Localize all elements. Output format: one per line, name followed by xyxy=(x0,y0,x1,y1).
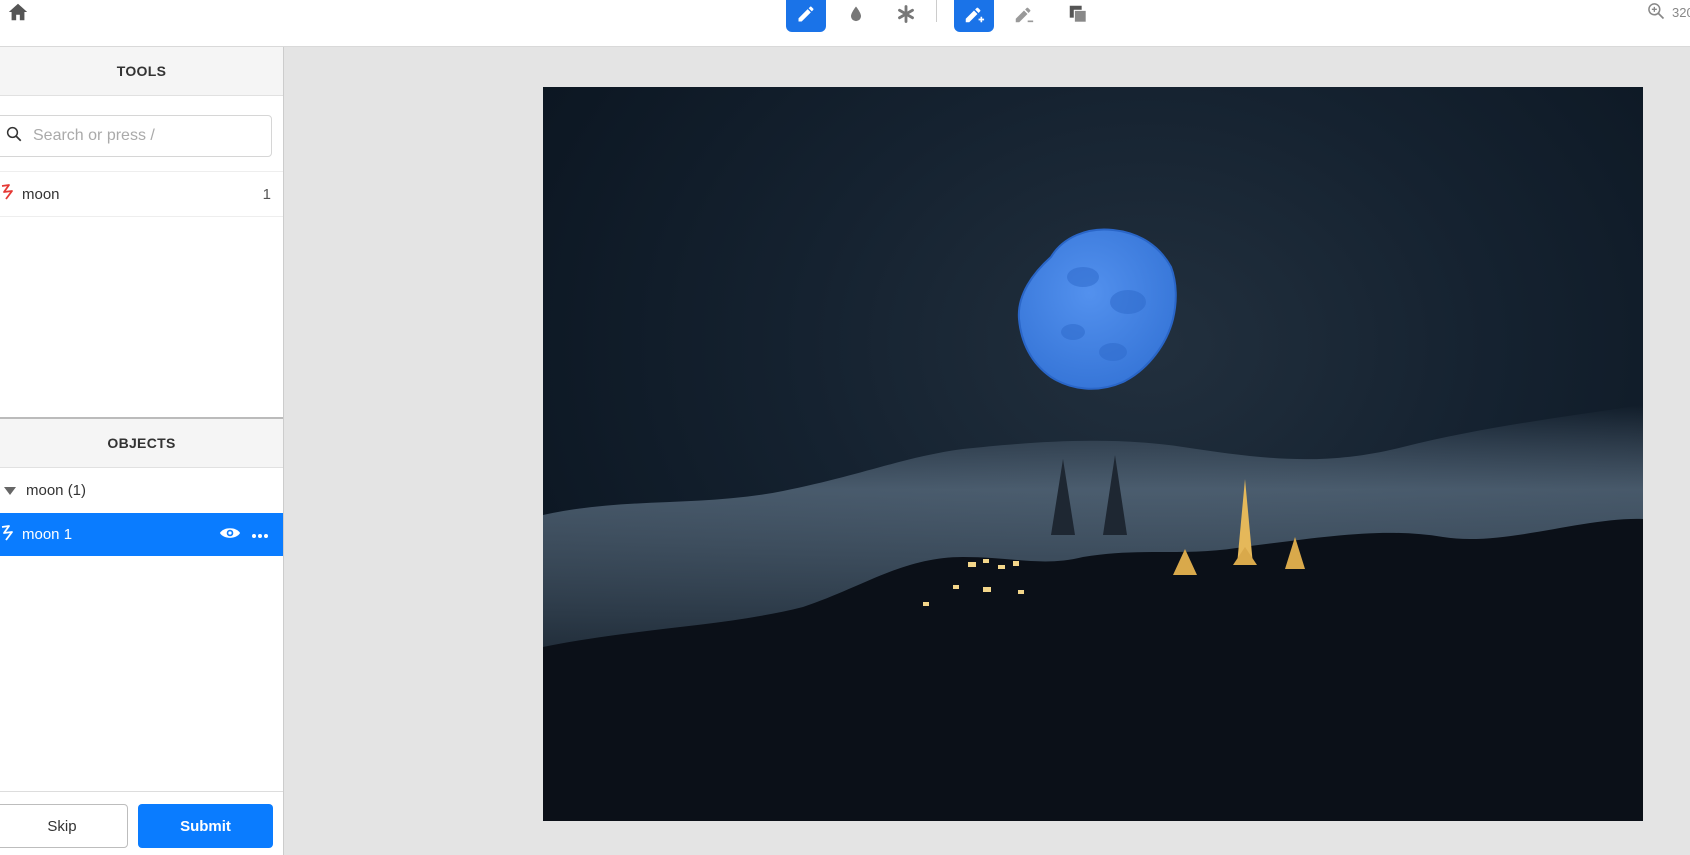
label-name: moon xyxy=(22,185,60,203)
objects-panel-title: OBJECTS xyxy=(0,419,283,468)
search-input[interactable] xyxy=(33,127,253,145)
moon-mask-polygon[interactable] xyxy=(1017,228,1177,390)
label-count: 1 xyxy=(262,185,271,203)
objects-panel: OBJECTS moon (1) moon 1 xyxy=(0,417,283,556)
layers-tool-button[interactable] xyxy=(1058,0,1098,32)
sidebar-footer: Skip Submit xyxy=(0,791,283,855)
droplet-tool-button[interactable] xyxy=(836,0,876,32)
object-group-moon[interactable]: moon (1) xyxy=(0,468,283,513)
label-item-moon[interactable]: moon 1 xyxy=(0,171,283,217)
asterisk-icon xyxy=(896,4,916,29)
pencil-tool-button[interactable] xyxy=(786,0,826,32)
asterisk-tool-button[interactable] xyxy=(886,0,926,32)
pencil-icon xyxy=(796,4,816,29)
home-icon[interactable] xyxy=(6,0,30,24)
pencil-plus-icon xyxy=(963,3,985,30)
object-group-label: moon (1) xyxy=(26,482,87,499)
label-search-box[interactable] xyxy=(0,115,272,157)
polygon-icon xyxy=(0,183,16,205)
caret-down-icon[interactable] xyxy=(4,486,16,495)
object-name: moon 1 xyxy=(22,526,73,543)
pencil-minus-icon xyxy=(1013,3,1035,30)
zoom-control[interactable]: 320 xyxy=(1646,0,1690,24)
tools-panel-title: TOOLS xyxy=(0,47,283,96)
zoom-value: 320 xyxy=(1672,4,1690,20)
skip-button[interactable]: Skip xyxy=(0,804,128,848)
submit-button[interactable]: Submit xyxy=(138,804,273,848)
sidebar: TOOLS moon 1 OBJECTS moon (1) moon 1 xyxy=(0,47,284,855)
zoom-in-icon xyxy=(1646,1,1666,24)
eye-icon[interactable] xyxy=(219,525,241,545)
polygon-icon xyxy=(0,524,16,546)
search-icon xyxy=(5,125,23,148)
object-row-moon-1[interactable]: moon 1 xyxy=(0,513,283,556)
toolbar-divider xyxy=(936,0,937,22)
pencil-minus-tool-button[interactable] xyxy=(1004,0,1044,32)
annotation-canvas[interactable] xyxy=(543,87,1643,821)
layers-icon xyxy=(1067,3,1089,30)
night-scene-image xyxy=(543,228,1643,821)
top-toolbar: 320 xyxy=(0,0,1690,47)
more-options-icon[interactable] xyxy=(251,526,269,543)
pencil-plus-tool-button[interactable] xyxy=(954,0,994,32)
droplet-icon xyxy=(846,4,866,29)
